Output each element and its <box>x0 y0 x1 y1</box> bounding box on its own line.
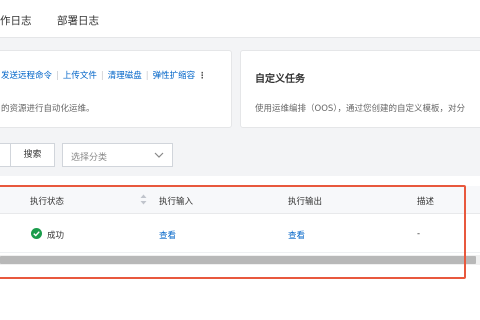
quick-actions-description: 的资源进行自动化运维。 <box>1 104 95 114</box>
column-header-output: 执行输出 <box>288 197 323 207</box>
tab-operation-log[interactable]: 作日志 <box>0 13 32 28</box>
custom-task-description: 使用运维编排（OOS），通过您创建的自定义模板，对分 <box>255 104 466 114</box>
table-header: 执行状态 执行输入 执行输出 描述 <box>0 186 480 214</box>
scrollbar-thumb[interactable] <box>0 256 476 264</box>
category-placeholder: 选择分类 <box>71 153 108 163</box>
tab-bar: 作日志 部署日志 <box>0 0 480 38</box>
column-header-input: 执行输入 <box>159 197 194 207</box>
quick-actions-card: 发送远程命令 | 上传文件 | 清理磁盘 | 弹性扩缩容 ⋮ 的资源进行自动化运维。 <box>0 50 232 128</box>
more-icon[interactable]: ⋮ <box>197 71 207 81</box>
search-button[interactable]: 搜索 <box>10 143 55 167</box>
column-header-description: 描述 <box>417 197 435 207</box>
link-divider: | <box>56 71 59 81</box>
custom-task-title: 自定义任务 <box>255 74 305 85</box>
upload-file-link[interactable]: 上传文件 <box>63 71 97 81</box>
category-select[interactable]: 选择分类 <box>62 143 173 167</box>
table-row <box>0 215 480 253</box>
elastic-scaling-link[interactable]: 弹性扩缩容 <box>153 71 196 81</box>
sort-icon[interactable] <box>140 194 147 205</box>
row-description: - <box>417 229 421 239</box>
row-status: 成功 <box>47 231 65 241</box>
chevron-down-icon <box>154 152 164 158</box>
link-divider: | <box>100 71 104 81</box>
link-divider: | <box>145 71 149 81</box>
send-remote-command-link[interactable]: 发送远程命令 <box>1 71 52 81</box>
custom-task-card: 自定义任务 使用运维编排（OOS），通过您创建的自定义模板，对分 <box>240 50 480 128</box>
horizontal-scrollbar[interactable] <box>0 255 480 265</box>
tab-deployment-log[interactable]: 部署日志 <box>57 13 99 28</box>
quick-actions-links: 发送远程命令 | 上传文件 | 清理磁盘 | 弹性扩缩容 ⋮ <box>1 69 207 81</box>
check-circle-icon <box>31 228 42 239</box>
clean-disk-link[interactable]: 清理磁盘 <box>108 71 142 81</box>
page-root: 作日志 部署日志 发送远程命令 | 上传文件 | 清理磁盘 | 弹性扩缩容 ⋮ 的资源进行自动… <box>0 0 480 320</box>
column-header-status: 执行状态 <box>30 197 65 207</box>
view-input-link[interactable]: 查看 <box>159 229 176 241</box>
search-input[interactable] <box>0 143 10 167</box>
view-output-link[interactable]: 查看 <box>288 229 305 241</box>
